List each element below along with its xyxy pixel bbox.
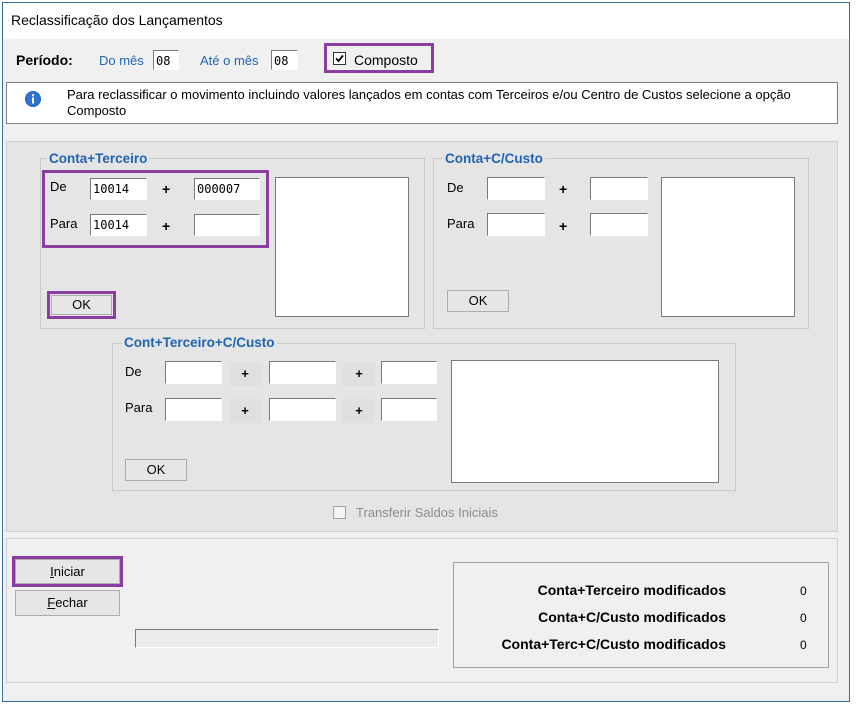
ct-de-plus: + [162,181,171,197]
summary-value-1: 0 [800,611,807,625]
ctc-de-conta-input[interactable] [165,361,222,384]
fechar-button-label: Fechar [47,595,88,610]
info-text: Para reclassificar o movimento incluindo… [67,87,791,118]
ct-para-plus: + [162,218,171,234]
ct-de-conta-input[interactable]: 10014 [90,178,147,200]
ctc-de-label: De [125,364,142,379]
transferir-label[interactable]: Transferir Saldos Iniciais [356,505,498,520]
cc-para-plus: + [559,218,568,234]
cc-de-plus: + [559,181,568,197]
transferir-checkbox[interactable] [333,506,346,519]
summary-label-0: Conta+Terceiro modificados [537,582,726,598]
cc-para-ccusto-input[interactable] [590,213,648,236]
cc-de-label: De [447,180,464,195]
from-month-label: Do mês [99,53,144,68]
ctc-results-list[interactable] [451,360,719,483]
to-month-input[interactable]: 08 [271,50,298,70]
ctc-para-label: Para [125,400,153,415]
cc-para-conta-input[interactable] [487,213,545,236]
ctc-para-ccusto-input[interactable] [381,398,437,421]
to-month-label: Até o mês [200,53,259,68]
ct-de-label: De [50,179,67,194]
ct-de-terceiro-input[interactable]: 000007 [194,178,260,200]
checkmark-icon [335,54,344,63]
summary-label-1: Conta+C/Custo modificados [538,609,726,625]
composto-label[interactable]: Composto [354,52,418,68]
conta-ccusto-title: Conta+C/Custo [443,151,545,166]
iniciar-button[interactable]: Iniciar [15,559,120,584]
iniciar-button-label: Iniciar [50,564,85,579]
cc-de-ccusto-input[interactable] [590,177,648,200]
ctc-de-plus1: + [229,362,261,386]
ctc-de-ccusto-input[interactable] [381,361,437,384]
from-month-input[interactable]: 08 [153,50,179,70]
fechar-button[interactable]: Fechar [15,590,120,616]
cc-results-list[interactable] [661,177,795,317]
ctc-title: Cont+Terceiro+C/Custo [122,335,277,350]
cc-para-label: Para [447,216,475,231]
progress-bar [135,629,439,648]
ctc-para-terceiro-input[interactable] [269,398,336,421]
cc-ok-button[interactable]: OK [447,290,509,312]
cc-de-conta-input[interactable] [487,177,545,200]
summary-value-2: 0 [800,638,807,652]
summary-value-0: 0 [800,584,807,598]
ctc-de-plus2: + [343,362,375,386]
ctc-para-plus2: + [343,399,375,423]
ctc-para-conta-input[interactable] [165,398,222,421]
ct-results-list[interactable] [275,177,409,317]
composto-checkbox[interactable] [333,52,346,65]
window-title: Reclassificação dos Lançamentos [11,12,223,28]
summary-label-2: Conta+Terc+C/Custo modificados [501,636,726,652]
ctc-para-plus1: + [229,399,261,423]
ctc-de-terceiro-input[interactable] [269,361,336,384]
ctc-ok-button[interactable]: OK [125,459,187,481]
ct-para-conta-input[interactable]: 10014 [90,214,147,236]
ct-para-terceiro-input[interactable] [194,214,260,236]
period-label: Período: [16,52,73,68]
conta-terceiro-title: Conta+Terceiro [47,151,150,166]
info-icon [24,90,42,108]
ct-ok-button[interactable]: OK [51,295,112,315]
ct-para-label: Para [50,216,78,231]
